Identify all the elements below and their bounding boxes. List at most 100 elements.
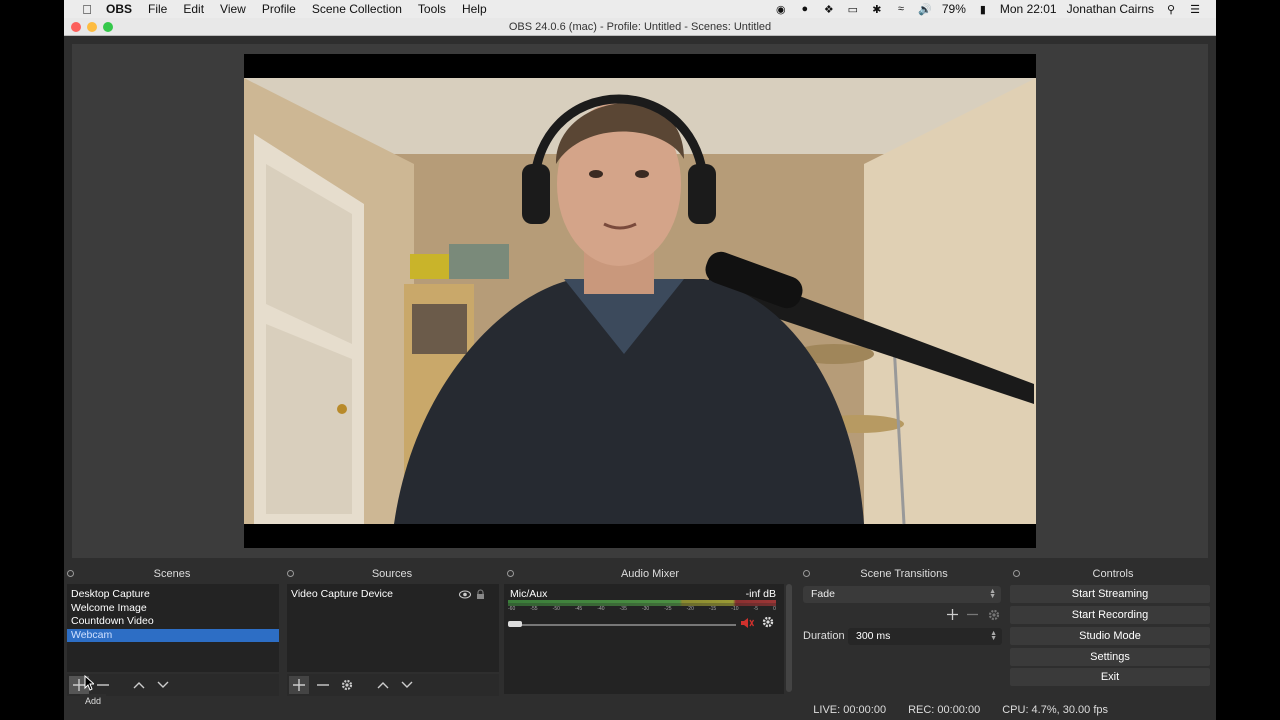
eye-visibility-icon[interactable]	[459, 590, 471, 599]
zoom-window-button[interactable]	[103, 22, 113, 32]
remove-source-button[interactable]	[313, 676, 333, 694]
scenes-list[interactable]: Desktop Capture Welcome Image Countdown …	[67, 584, 279, 672]
move-scene-down-button[interactable]	[153, 676, 173, 694]
menu-tools[interactable]: Tools	[410, 2, 454, 16]
notification-center-icon[interactable]: ☰	[1188, 3, 1202, 16]
scene-item-selected[interactable]: Webcam	[67, 628, 279, 642]
close-window-button[interactable]	[71, 22, 81, 32]
volume-icon[interactable]: 🔊	[918, 3, 932, 16]
transition-select[interactable]: Fade ▲ ▼	[803, 586, 1001, 603]
move-source-up-button[interactable]	[373, 676, 393, 694]
add-source-button[interactable]	[289, 676, 309, 694]
obs-tray-icon[interactable]: ●	[798, 3, 812, 15]
add-transition-plus-icon[interactable]	[947, 609, 958, 620]
meter-tick: -40	[597, 606, 605, 612]
spotlight-search-icon[interactable]: ⚲	[1164, 3, 1178, 16]
transition-properties-gear-icon[interactable]	[988, 609, 1000, 621]
move-source-down-button[interactable]	[397, 676, 417, 694]
airplay-icon[interactable]: ▭	[846, 3, 860, 16]
studio-mode-button[interactable]: Studio Mode	[1010, 627, 1210, 645]
exit-button[interactable]: Exit	[1010, 668, 1210, 686]
duration-label: Duration	[803, 630, 845, 642]
sources-toolbar	[287, 674, 499, 696]
chevron-up-icon	[377, 682, 389, 689]
menu-file[interactable]: File	[140, 2, 175, 16]
start-recording-button[interactable]: Start Recording	[1010, 606, 1210, 624]
scene-item[interactable]: Countdown Video	[67, 615, 279, 629]
chevron-down-icon	[157, 681, 169, 688]
remove-transition-minus-icon[interactable]	[967, 609, 978, 620]
preview-area[interactable]	[72, 44, 1208, 558]
menu-edit[interactable]: Edit	[175, 2, 212, 16]
scenes-dock: Scenes Desktop Capture Welcome Image Cou…	[64, 566, 280, 696]
volume-slider-handle[interactable]	[508, 621, 522, 627]
remove-scene-button[interactable]	[93, 676, 113, 694]
scenes-title: Scenes	[153, 568, 191, 580]
duration-spinbox[interactable]: 300 ms ▲ ▼	[848, 628, 1002, 645]
webcam-video-frame	[244, 54, 1036, 548]
menu-profile[interactable]: Profile	[254, 2, 304, 16]
minimize-window-button[interactable]	[87, 22, 97, 32]
meter-tick: -50	[552, 606, 560, 612]
minus-icon	[97, 684, 109, 686]
meter-tick: -25	[664, 606, 672, 612]
cpu-fps-readout: CPU: 4.7%, 30.00 fps	[1002, 704, 1108, 716]
scene-item[interactable]: Desktop Capture	[67, 588, 279, 602]
lock-icon[interactable]	[476, 589, 485, 600]
audio-mixer-panel: Mic/Aux -inf dB -60 -55 -50 -45 -40 -35 …	[504, 584, 784, 694]
record-tray-icon[interactable]: ◉	[774, 3, 788, 16]
sources-list[interactable]: Video Capture Device	[287, 584, 499, 672]
scene-transitions-title: Scene Transitions	[860, 568, 948, 580]
battery-icon[interactable]: ▮	[976, 3, 990, 16]
wifi-icon[interactable]: ≈	[894, 3, 908, 15]
mixer-level-readout: -inf dB	[745, 588, 776, 600]
chevron-down-icon	[401, 681, 413, 688]
webcam-preview-canvas[interactable]	[244, 54, 1036, 548]
plus-icon	[293, 679, 305, 691]
add-tooltip: Add	[80, 694, 107, 708]
window-title: OBS 24.0.6 (mac) - Profile: Untitled - S…	[508, 20, 772, 33]
spin-arrows-icon[interactable]: ▲ ▼	[990, 630, 997, 642]
duration-value: 300 ms	[856, 630, 891, 642]
source-item-label: Video Capture Device	[291, 588, 393, 600]
sources-dock: Sources Video Capture Device	[284, 566, 500, 696]
settings-button[interactable]: Settings	[1010, 648, 1210, 666]
move-scene-up-button[interactable]	[129, 676, 149, 694]
apple-icon[interactable]: 	[76, 2, 98, 17]
chevron-up-icon	[133, 682, 145, 689]
menu-scene-collection[interactable]: Scene Collection	[304, 2, 410, 16]
meter-tick: -55	[530, 606, 538, 612]
meter-tick: -60	[508, 606, 516, 612]
menu-obs[interactable]: OBS	[98, 2, 140, 16]
meter-ticks: -60 -55 -50 -45 -40 -35 -30 -25 -20 -15 …	[508, 606, 776, 614]
select-arrows-icon: ▲ ▼	[989, 588, 996, 600]
scenes-toolbar	[67, 674, 279, 696]
window-title-bar: OBS 24.0.6 (mac) - Profile: Untitled - S…	[64, 18, 1216, 36]
muted-speaker-icon[interactable]	[740, 617, 754, 629]
dropbox-icon[interactable]: ❖	[822, 3, 836, 16]
meter-tick: -15	[708, 606, 717, 612]
controls-title: Controls	[1092, 568, 1134, 580]
mixer-settings-gear-icon[interactable]	[762, 616, 774, 628]
menu-view[interactable]: View	[212, 2, 254, 16]
scene-item[interactable]: Welcome Image	[67, 602, 279, 616]
start-streaming-button[interactable]: Start Streaming	[1010, 585, 1210, 603]
gear-icon	[341, 679, 353, 691]
meter-tick: -10	[731, 606, 739, 612]
user-name[interactable]: Jonathan Cairns	[1067, 2, 1154, 16]
source-properties-button[interactable]	[337, 676, 357, 694]
clock[interactable]: Mon 22:01	[1000, 2, 1057, 16]
meter-tick: -20	[686, 606, 694, 612]
transition-select-value: Fade	[811, 588, 835, 600]
live-timer: LIVE: 00:00:00	[813, 704, 887, 716]
meter-tick: -45	[574, 606, 583, 612]
source-item[interactable]: Video Capture Device	[287, 588, 499, 602]
volume-slider-track[interactable]	[514, 624, 736, 626]
meter-tick: -30	[641, 606, 650, 612]
mixer-scrollbar[interactable]	[786, 584, 792, 692]
bluetooth-icon[interactable]: ✱	[870, 3, 884, 16]
menu-help[interactable]: Help	[454, 2, 495, 16]
meter-tick: -35	[619, 606, 627, 612]
rec-timer: REC: 00:00:00	[908, 704, 981, 716]
sources-title: Sources	[371, 568, 413, 580]
